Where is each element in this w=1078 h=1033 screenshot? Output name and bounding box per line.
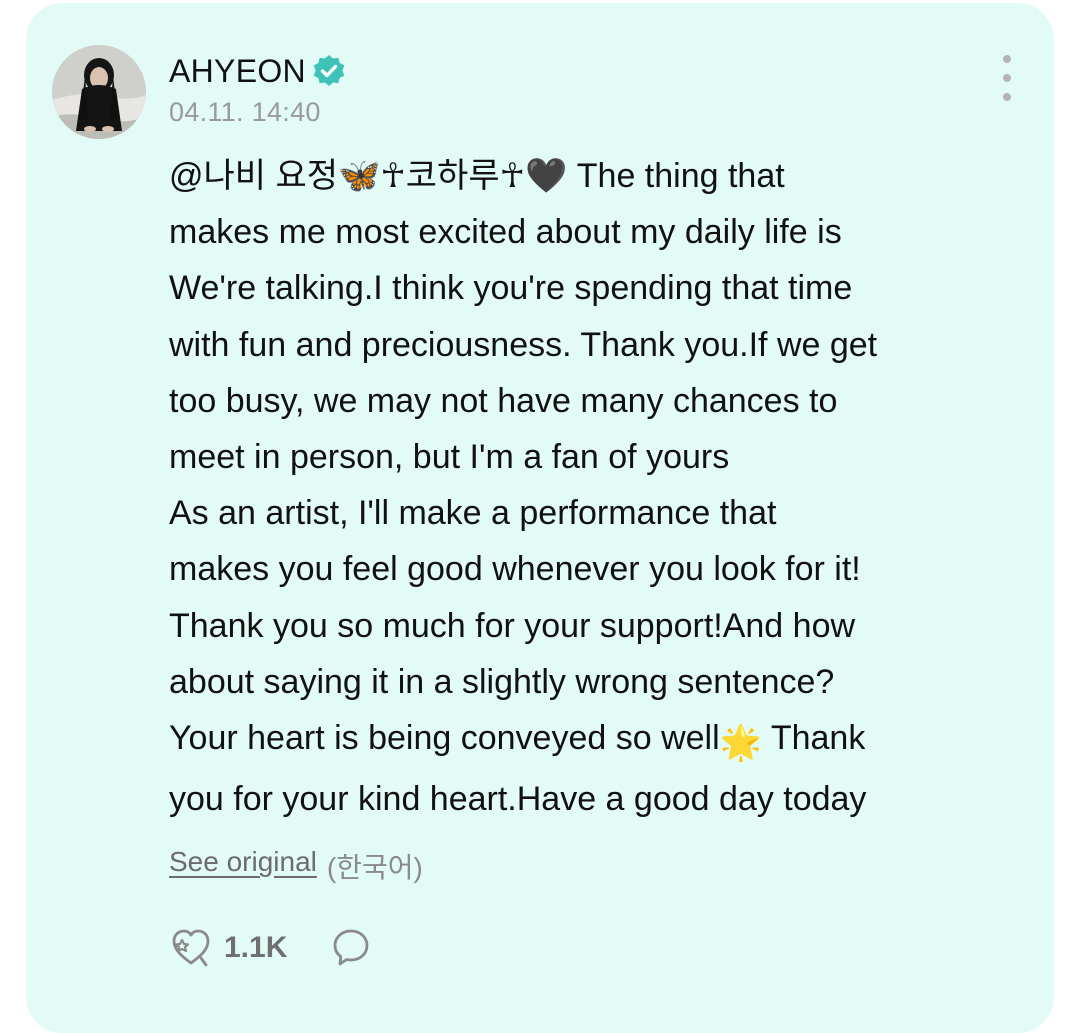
more-vertical-icon xyxy=(1003,55,1011,63)
body-line: makes you feel good whenever you look fo… xyxy=(169,550,861,589)
body-line: about saying it in a slightly wrong sent… xyxy=(169,662,835,701)
verified-badge-icon xyxy=(313,55,345,86)
mention-link[interactable]: @나비 요정🦋☥코하루☥🖤 xyxy=(169,157,567,195)
post-timestamp: 04.11. 14:40 xyxy=(169,97,321,127)
body-line: you for your kind heart.Have a good day … xyxy=(169,780,867,819)
body-line: @나비 요정🦋☥코하루☥🖤 The thing that xyxy=(169,157,785,195)
comment-bubble-icon[interactable] xyxy=(331,927,371,969)
see-original-link[interactable]: See original xyxy=(169,846,317,886)
like-button[interactable]: 1.1K xyxy=(168,925,287,971)
body-line: with fun and preciousness. Thank you.If … xyxy=(169,325,878,364)
like-count: 1.1K xyxy=(224,931,288,964)
body-line: As an artist, I'll make a performance th… xyxy=(169,494,777,533)
original-language-label: (한국어) xyxy=(326,852,423,883)
body-line: Your heart is being conveyed so well🌟 Th… xyxy=(169,710,1029,771)
author-name[interactable]: AHYEON xyxy=(169,53,306,90)
body-line: makes me most excited about my daily lif… xyxy=(169,213,842,252)
avatar[interactable] xyxy=(52,45,146,139)
post-body: @나비 요정🦋☥코하루☥🖤 The thing that makes me mo… xyxy=(169,148,1029,827)
post-actions: 1.1K xyxy=(168,925,371,971)
author-row: AHYEON xyxy=(169,50,346,92)
body-line: too busy, we may not have many chances t… xyxy=(169,381,838,420)
like-heart-icon xyxy=(172,929,210,967)
more-options-button[interactable] xyxy=(994,55,1020,101)
see-original-row: See original (한국어) xyxy=(169,846,423,886)
body-line: meet in person, but I'm a fan of yours xyxy=(169,438,730,477)
body-line: Thank you so much for your support!And h… xyxy=(169,606,856,645)
body-line: We're talking.I think you're spending th… xyxy=(169,269,853,308)
sparkle-emoji: 🌟 xyxy=(719,724,762,763)
